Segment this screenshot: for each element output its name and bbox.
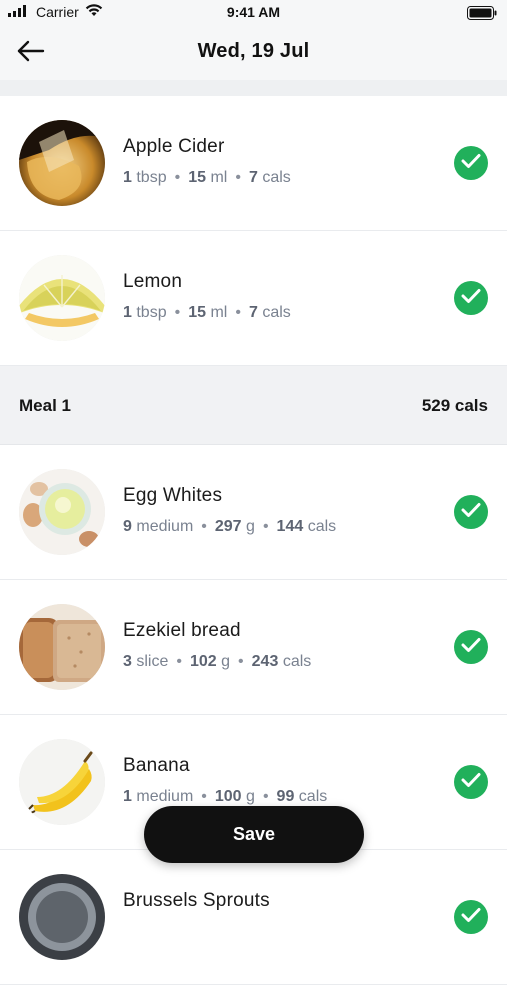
food-name: Egg Whites: [123, 485, 223, 506]
nav-bar: Wed, 19 Jul: [0, 26, 507, 80]
checkmark-icon: [461, 637, 481, 658]
cals-value: 99: [276, 788, 295, 805]
cals-unit: cals: [298, 788, 328, 805]
cals-value: 144: [276, 518, 304, 535]
weight-value: 297: [214, 518, 242, 535]
check-button[interactable]: [454, 281, 488, 315]
qty-unit: medium: [136, 518, 194, 535]
weight-unit: ml: [210, 304, 228, 321]
cals-value: 7: [248, 169, 258, 186]
bread-photo: [19, 604, 105, 690]
food-meta: 1 tbsp • 15 ml • 7 cals: [123, 304, 291, 321]
qty-unit: tbsp: [136, 304, 167, 321]
cals-unit: cals: [262, 304, 291, 321]
qty-value: 1: [123, 788, 132, 805]
battery-icon: [467, 6, 497, 24]
divider-band: [0, 80, 507, 96]
qty-unit: medium: [136, 788, 194, 805]
brussels-sprouts-photo: [19, 874, 105, 960]
food-row[interactable]: Egg Whites 9 medium • 297 g • 144 cals: [0, 445, 507, 580]
food-name: Ezekiel bread: [123, 620, 241, 641]
cals-value: 7: [248, 304, 258, 321]
cals-unit: cals: [307, 518, 337, 535]
food-name: Apple Cider: [123, 136, 225, 157]
qty-value: 1: [123, 304, 132, 321]
lemon-photo: [19, 255, 105, 341]
weight-unit: ml: [210, 169, 228, 186]
checkmark-icon: [461, 288, 481, 309]
status-bar: Carrier 9:41 AM: [0, 0, 507, 26]
weight-unit: g: [246, 788, 255, 805]
food-row[interactable]: Apple Cider 1 tbsp • 15 ml • 7 cals: [0, 96, 507, 231]
weight-value: 102: [189, 653, 217, 670]
food-name: Banana: [123, 755, 190, 776]
page-title: Wed, 19 Jul: [197, 40, 310, 62]
checkmark-icon: [461, 502, 481, 523]
banana-photo: [19, 739, 105, 825]
checkmark-icon: [461, 772, 481, 793]
food-meta: 1 medium • 100 g • 99 cals: [123, 788, 328, 805]
check-button[interactable]: [454, 495, 488, 529]
checkmark-icon: [461, 907, 481, 928]
food-meta: 9 medium • 297 g • 144 cals: [123, 518, 337, 535]
check-button[interactable]: [454, 900, 488, 934]
cals-value: 243: [251, 653, 279, 670]
food-meta: 1 tbsp • 15 ml • 7 cals: [123, 169, 291, 186]
qty-value: 1: [123, 169, 132, 186]
qty-unit: slice: [136, 653, 169, 670]
check-button[interactable]: [454, 765, 488, 799]
weight-unit: g: [221, 653, 231, 670]
food-name: Brussels Sprouts: [123, 890, 270, 911]
weight-value: 15: [188, 304, 207, 321]
checkmark-icon: [461, 153, 481, 174]
qty-value: 9: [123, 518, 132, 535]
meal-cals: 529 cals: [421, 396, 488, 415]
save-button[interactable]: Save: [144, 806, 364, 863]
qty-unit: tbsp: [136, 169, 167, 186]
cals-unit: cals: [282, 653, 312, 670]
qty-value: 3: [123, 653, 132, 670]
status-time: 9:41 AM: [226, 4, 281, 20]
meal-header: Meal 1 529 cals: [0, 366, 507, 445]
weight-unit: g: [246, 518, 255, 535]
cals-unit: cals: [262, 169, 291, 186]
weight-value: 15: [188, 169, 207, 186]
egg-whites-photo: [19, 469, 105, 555]
check-button[interactable]: [454, 630, 488, 664]
food-name: Lemon: [123, 271, 183, 292]
food-meta: 3 slice • 102 g • 243 cals: [123, 653, 312, 670]
meal-title: Meal 1: [19, 396, 71, 415]
status-right: [467, 6, 497, 25]
weight-value: 100: [214, 788, 242, 805]
food-row[interactable]: Brussels Sprouts: [0, 850, 507, 985]
food-row[interactable]: Lemon 1 tbsp • 15 ml • 7 cals: [0, 231, 507, 366]
food-row[interactable]: Ezekiel bread 3 slice • 102 g • 243 cals: [0, 580, 507, 715]
apple-cider-photo: [19, 120, 105, 206]
check-button[interactable]: [454, 146, 488, 180]
